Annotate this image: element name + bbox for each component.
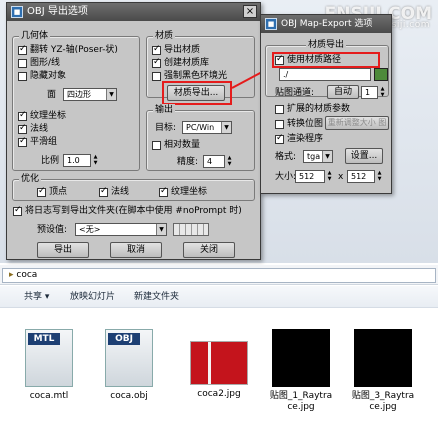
- format-label: 格式:: [275, 152, 297, 162]
- file-item-obj[interactable]: OBJ coca.obj: [96, 329, 162, 402]
- file-name: coca2.jpg: [197, 389, 241, 399]
- use-path-highlight: [272, 52, 380, 68]
- format-dropdown[interactable]: tga ▼: [303, 150, 333, 163]
- mtl-file-icon: MTL: [25, 329, 73, 387]
- size-label: 大小:: [275, 172, 297, 182]
- size-height-spinner[interactable]: 512 ▲ ▼: [347, 170, 381, 183]
- material-path-input[interactable]: ./: [279, 68, 371, 81]
- obj-file-icon: OBJ: [105, 329, 153, 387]
- spinner-arrows-icon[interactable]: ▲ ▼: [375, 170, 384, 183]
- file-name: 贴图_1_Raytrace.jpg: [269, 391, 333, 412]
- file-name: coca.obj: [110, 391, 148, 401]
- address-input[interactable]: ▸ coca: [2, 268, 436, 283]
- checkbox-icon: [275, 120, 284, 129]
- file-item-coca2[interactable]: coca2.jpg: [186, 329, 252, 400]
- extended-params-checkbox[interactable]: 扩展的材质参数: [275, 104, 350, 115]
- map-export-dialog: ■ OBJ Map-Export 选项 材质导出 使用材质路径 ./ 贴图通道:…: [260, 14, 392, 194]
- new-folder-button[interactable]: 新建文件夹: [134, 292, 179, 303]
- file-item-mtl[interactable]: MTL coca.mtl: [16, 329, 82, 402]
- map-dialog-titlebar[interactable]: ■ OBJ Map-Export 选项: [261, 15, 391, 33]
- material-export-group-title: 材质导出: [306, 39, 347, 51]
- resize-maps-button[interactable]: 重新调整大小 图: [325, 116, 389, 130]
- file-name: coca.mtl: [29, 391, 69, 401]
- map-channel-label: 贴图通道:: [275, 88, 315, 98]
- mtl-badge: MTL: [28, 333, 60, 345]
- black-thumbnail: [354, 329, 412, 387]
- spinner-arrows-icon[interactable]: ▲ ▼: [378, 86, 387, 99]
- explorer-toolbar: [0, 286, 438, 308]
- file-item-raytrace-3[interactable]: 贴图_3_Raytrace.jpg: [350, 329, 416, 413]
- spinner-arrows-icon[interactable]: ▲ ▼: [325, 170, 334, 183]
- size-separator: x: [338, 172, 344, 182]
- convert-bitmaps-checkbox[interactable]: 转换位图: [275, 119, 323, 130]
- checkbox-icon: [275, 105, 284, 114]
- settings-button[interactable]: 设置...: [345, 148, 383, 164]
- obj-badge: OBJ: [108, 333, 140, 345]
- chevron-down-icon: ▼: [322, 151, 332, 162]
- file-item-raytrace-1[interactable]: 贴图_1_Raytrace.jpg: [268, 329, 334, 413]
- app-icon: ■: [265, 18, 277, 30]
- share-menu[interactable]: 共享 ▾: [24, 292, 49, 303]
- coca-thumbnail: [190, 341, 248, 385]
- slideshow-button[interactable]: 放映幻灯片: [70, 292, 115, 303]
- black-thumbnail: [272, 329, 330, 387]
- auto-channel-button[interactable]: 自动: [327, 85, 359, 99]
- render-procedurals-checkbox[interactable]: 渲染程序: [275, 133, 323, 145]
- size-width-spinner[interactable]: 512 ▲ ▼: [295, 170, 331, 183]
- file-name: 贴图_3_Raytrace.jpg: [351, 391, 415, 412]
- map-channel-spinner[interactable]: 1 ▲ ▼: [361, 86, 384, 99]
- checkbox-icon: [275, 133, 284, 144]
- folder-icon[interactable]: [374, 68, 388, 81]
- map-dialog-title: OBJ Map-Export 选项: [281, 19, 373, 29]
